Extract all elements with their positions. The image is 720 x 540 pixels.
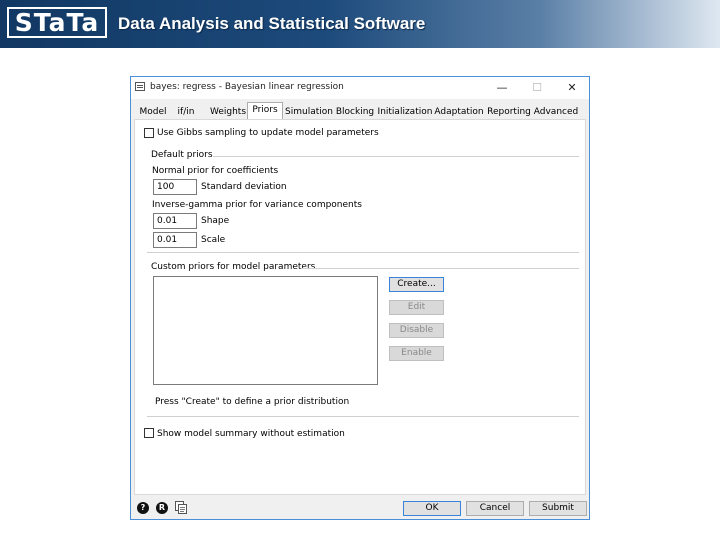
default-priors-divider	[213, 156, 579, 157]
standard-deviation-label: Standard deviation	[201, 182, 287, 192]
standard-deviation-field[interactable]: 100	[153, 179, 197, 195]
maximize-button[interactable]: ☐	[527, 80, 547, 96]
scale-label: Scale	[201, 235, 226, 245]
reset-icon[interactable]: R	[156, 502, 168, 514]
custom-priors-group-title: Custom priors for model parameters	[151, 262, 316, 272]
dialog-title: bayes: regress - Bayesian linear regress…	[150, 82, 344, 92]
tab-advanced[interactable]: Advanced	[533, 105, 579, 119]
invgamma-prior-label: Inverse-gamma prior for variance compone…	[152, 200, 362, 210]
gibbs-checkbox[interactable]	[144, 128, 154, 138]
submit-button[interactable]: Submit	[529, 501, 587, 516]
custom-priors-hint: Press "Create" to define a prior distrib…	[155, 397, 350, 407]
header-tagline: Data Analysis and Statistical Software	[118, 14, 426, 33]
dialog-titlebar: bayes: regress - Bayesian linear regress…	[131, 77, 589, 99]
tab-model[interactable]: Model	[135, 105, 171, 119]
tab-initialization[interactable]: Initialization	[377, 105, 433, 119]
tab-strip: Model if/in Weights Priors Simulation Bl…	[135, 102, 585, 119]
cancel-button[interactable]: Cancel	[466, 501, 524, 516]
dialog-app-icon	[135, 82, 145, 91]
bayes-regress-dialog: bayes: regress - Bayesian linear regress…	[130, 76, 590, 520]
tab-if-in[interactable]: if/in	[171, 105, 201, 119]
close-button[interactable]: ✕	[562, 80, 582, 96]
tab-reporting[interactable]: Reporting	[486, 105, 532, 119]
help-icon[interactable]: ?	[137, 502, 149, 514]
normal-prior-label: Normal prior for coefficients	[152, 166, 279, 176]
shape-label: Shape	[201, 216, 230, 226]
priors-tab-panel: Use Gibbs sampling to update model param…	[134, 119, 586, 495]
slide-header-banner: STaTa Data Analysis and Statistical Soft…	[0, 0, 720, 48]
scale-field[interactable]: 0.01	[153, 232, 197, 248]
tab-simulation[interactable]: Simulation	[285, 105, 333, 119]
default-priors-bottom-line	[147, 252, 579, 253]
default-priors-group-title: Default priors	[151, 150, 213, 160]
gibbs-checkbox-label: Use Gibbs sampling to update model param…	[157, 128, 379, 138]
stata-logo: STaTa	[7, 7, 107, 38]
summary-checkbox-label: Show model summary without estimation	[157, 429, 345, 439]
minimize-button[interactable]: —	[492, 80, 512, 96]
summary-checkbox[interactable]	[144, 428, 154, 438]
edit-button[interactable]: Edit	[389, 300, 444, 315]
enable-button[interactable]: Enable	[389, 346, 444, 361]
custom-priors-list[interactable]	[153, 276, 378, 385]
shape-field[interactable]: 0.01	[153, 213, 197, 229]
ok-button[interactable]: OK	[403, 501, 461, 516]
custom-priors-bottom-line	[147, 416, 579, 417]
tab-adaptation[interactable]: Adaptation	[434, 105, 484, 119]
tab-blocking[interactable]: Blocking	[335, 105, 375, 119]
tab-priors[interactable]: Priors	[247, 102, 283, 119]
custom-priors-divider	[301, 268, 579, 269]
create-button[interactable]: Create...	[389, 277, 444, 292]
tab-weights[interactable]: Weights	[207, 105, 249, 119]
copy-command-icon[interactable]	[175, 501, 187, 514]
dialog-footer: ? R OK Cancel Submit	[131, 497, 589, 519]
disable-button[interactable]: Disable	[389, 323, 444, 338]
